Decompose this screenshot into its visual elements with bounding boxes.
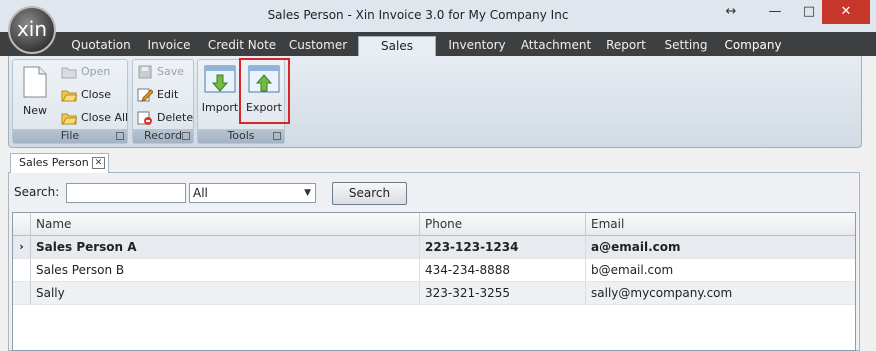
save-button-label: Save bbox=[157, 65, 185, 78]
search-label: Search: bbox=[14, 185, 60, 199]
document-tab-label: Sales Person bbox=[19, 156, 89, 169]
export-highlight-box bbox=[239, 58, 290, 124]
edit-button[interactable]: Edit bbox=[135, 85, 178, 105]
edit-button-label: Edit bbox=[157, 88, 179, 101]
column-header-name[interactable]: Name bbox=[31, 213, 420, 236]
tab-credit-note[interactable]: Credit Note bbox=[204, 36, 280, 56]
close-tab-icon[interactable]: ✕ bbox=[92, 157, 105, 169]
search-filter-dropdown[interactable]: All ▼ bbox=[189, 183, 316, 203]
sales-person-grid: Name Phone Email › Sales Person A 223-12… bbox=[12, 212, 856, 351]
cell-name[interactable]: Sales Person B bbox=[31, 259, 420, 281]
cell-email[interactable]: a@email.com bbox=[586, 236, 855, 258]
delete-button[interactable]: Delete bbox=[135, 108, 193, 128]
import-button-label: Import bbox=[201, 101, 239, 114]
resize-icon[interactable]: ↔ bbox=[716, 0, 746, 24]
close-all-folder-icon bbox=[61, 113, 77, 125]
new-document-icon bbox=[23, 66, 47, 98]
column-header-phone[interactable]: Phone bbox=[420, 213, 586, 236]
close-file-button[interactable]: Close bbox=[59, 85, 111, 105]
tab-attachment[interactable]: Attachment bbox=[518, 36, 594, 56]
new-button-label: New bbox=[23, 104, 47, 117]
delete-icon bbox=[137, 111, 152, 125]
record-group-footer: Record bbox=[133, 129, 193, 143]
file-group: New Open Close Close All File bbox=[12, 59, 128, 144]
table-row[interactable]: › Sales Person A 223-123-1234 a@email.co… bbox=[13, 236, 855, 259]
record-group: Save Edit Delete Record bbox=[132, 59, 194, 144]
tab-sales-person[interactable]: Sales Person bbox=[358, 36, 436, 71]
close-all-button[interactable]: Close All bbox=[59, 108, 128, 128]
record-group-launcher-icon[interactable] bbox=[182, 132, 190, 140]
cell-name[interactable]: Sales Person A bbox=[31, 236, 420, 258]
file-group-footer: File bbox=[13, 129, 127, 143]
maximize-button[interactable]: □ bbox=[794, 0, 824, 24]
open-folder-icon bbox=[61, 67, 77, 79]
window-title: Sales Person - Xin Invoice 3.0 for My Co… bbox=[267, 8, 569, 22]
row-header-corner bbox=[13, 213, 31, 236]
cell-email[interactable]: b@email.com bbox=[586, 259, 855, 281]
row-indicator bbox=[13, 282, 31, 304]
table-row[interactable]: Sales Person B 434-234-8888 b@email.com bbox=[13, 259, 855, 282]
cell-email[interactable]: sally@mycompany.com bbox=[586, 282, 855, 304]
app-logo[interactable]: xin bbox=[8, 6, 56, 54]
open-button-label: Open bbox=[81, 65, 111, 78]
tools-group-launcher-icon[interactable] bbox=[273, 132, 281, 140]
chevron-down-icon: ▼ bbox=[304, 188, 311, 198]
close-folder-icon bbox=[61, 90, 77, 102]
row-indicator bbox=[13, 259, 31, 281]
close-button-label: Close bbox=[81, 88, 111, 101]
title-bar: Sales Person - Xin Invoice 3.0 for My Co… bbox=[0, 0, 876, 32]
filter-selected-value: All bbox=[193, 186, 208, 200]
tab-setting[interactable]: Setting bbox=[660, 36, 712, 56]
file-group-title: File bbox=[60, 129, 80, 142]
import-icon bbox=[204, 65, 236, 93]
table-row[interactable]: Sally 323-321-3255 sally@mycompany.com bbox=[13, 282, 855, 305]
open-button[interactable]: Open bbox=[59, 62, 110, 82]
delete-button-label: Delete bbox=[157, 111, 194, 124]
minimize-button[interactable]: — bbox=[760, 0, 790, 24]
cell-name[interactable]: Sally bbox=[31, 282, 420, 304]
new-button[interactable]: New bbox=[17, 66, 53, 117]
search-input[interactable] bbox=[66, 183, 186, 203]
cell-phone[interactable]: 323-321-3255 bbox=[420, 282, 586, 304]
cell-phone[interactable]: 223-123-1234 bbox=[420, 236, 586, 258]
tools-group-title: Tools bbox=[227, 129, 255, 142]
tab-quotation[interactable]: Quotation bbox=[66, 36, 136, 56]
save-button[interactable]: Save bbox=[135, 62, 184, 82]
edit-pencil-icon bbox=[137, 88, 153, 102]
close-all-button-label: Close All bbox=[81, 111, 129, 124]
file-group-launcher-icon[interactable] bbox=[116, 132, 124, 140]
document-tab-sales-person[interactable]: Sales Person ✕ bbox=[10, 153, 109, 173]
grid-header: Name Phone Email bbox=[13, 213, 855, 236]
search-button[interactable]: Search bbox=[332, 182, 407, 205]
tab-customer[interactable]: Customer bbox=[284, 36, 352, 56]
close-button[interactable]: ✕ bbox=[822, 0, 870, 24]
tab-inventory[interactable]: Inventory bbox=[444, 36, 510, 56]
ribbon: New Open Close Close All File Save Edit bbox=[8, 56, 862, 148]
save-disk-icon bbox=[138, 65, 152, 79]
tab-invoice[interactable]: Invoice bbox=[140, 36, 198, 56]
menu-tab-bar: Quotation Invoice Credit Note Customer S… bbox=[0, 32, 876, 84]
tools-group-footer: Tools bbox=[198, 129, 284, 143]
record-group-title: Record bbox=[143, 129, 182, 142]
column-header-email[interactable]: Email bbox=[586, 213, 855, 236]
tab-company[interactable]: Company bbox=[722, 36, 784, 56]
cell-phone[interactable]: 434-234-8888 bbox=[420, 259, 586, 281]
tab-report[interactable]: Report bbox=[600, 36, 652, 56]
import-button[interactable]: Import bbox=[201, 63, 239, 114]
row-selected-indicator-icon: › bbox=[13, 236, 31, 258]
